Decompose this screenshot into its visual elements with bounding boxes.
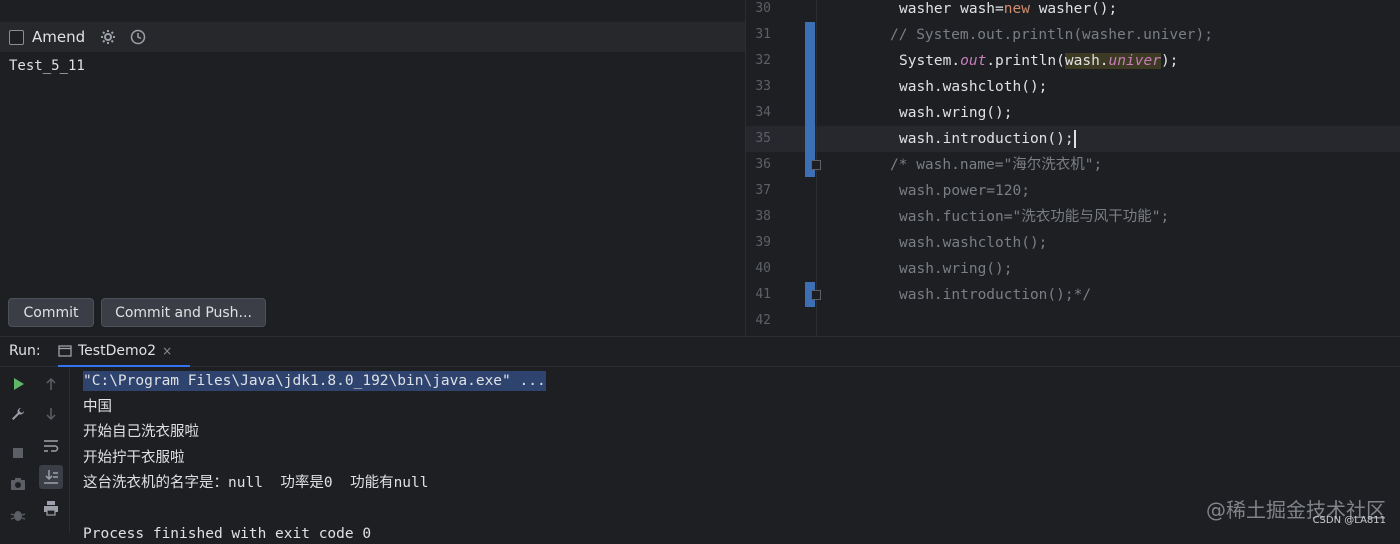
line-number: 33: [755, 79, 771, 94]
console-line: 开始拧干衣服啦: [83, 449, 185, 466]
run-tool-window-header: Run: TestDemo2 ×: [0, 336, 1400, 367]
code-token: // System.out.println(washer.univer);: [890, 27, 1214, 43]
line-number: 34: [755, 105, 771, 120]
gear-icon[interactable]: [99, 28, 117, 46]
arrow-down-icon[interactable]: [41, 404, 61, 424]
wrench-icon[interactable]: [8, 404, 28, 424]
print-icon[interactable]: [41, 498, 61, 518]
code-token: wash.washcloth();: [899, 79, 1048, 95]
close-icon[interactable]: ×: [162, 344, 172, 358]
code-token: wash.introduction();: [899, 131, 1074, 147]
line-number: 32: [755, 53, 771, 68]
line-number: 37: [755, 183, 771, 198]
line-number: 35: [755, 131, 771, 146]
code-line[interactable]: 31 // System.out.println(washer.univer);: [746, 22, 1400, 48]
code-text: wash.introduction();*/: [899, 282, 1091, 308]
stop-icon[interactable]: [8, 443, 28, 463]
line-number: 42: [755, 313, 771, 328]
line-number: 38: [755, 209, 771, 224]
tab-testdemo2[interactable]: TestDemo2 ×: [58, 337, 190, 367]
code-text: /* wash.name="海尔洗衣机";: [890, 152, 1102, 178]
code-line[interactable]: 38 wash.fuction="洗衣功能与风干功能";: [746, 204, 1400, 230]
code-token: /* wash.name="海尔洗衣机";: [890, 157, 1103, 173]
amend-checkbox[interactable]: [9, 29, 24, 45]
code-text: wash.wring();: [899, 256, 1013, 282]
code-text: wash.washcloth();: [899, 74, 1047, 100]
run-label: Run:: [9, 343, 41, 359]
console-line: 中国: [83, 398, 112, 415]
code-text: System.out.println(wash.univer);: [899, 48, 1178, 74]
code-line[interactable]: 41 wash.introduction();*/: [746, 282, 1400, 308]
code-line[interactable]: 34 wash.wring();: [746, 100, 1400, 126]
line-number: 40: [755, 261, 771, 276]
code-token: wash.washcloth();: [899, 235, 1048, 251]
rerun-icon[interactable]: [8, 374, 28, 394]
code-line[interactable]: 40 wash.wring();: [746, 256, 1400, 282]
code-text: washer wash=new washer();: [899, 0, 1117, 22]
code-token: out: [960, 53, 987, 69]
console-line: "C:\Program Files\Java\jdk1.8.0_192\bin\…: [83, 371, 546, 391]
console-output[interactable]: "C:\Program Files\Java\jdk1.8.0_192\bin\…: [70, 367, 1400, 542]
scroll-to-end-icon[interactable]: [39, 465, 63, 489]
console-line: 开始自己洗衣服啦: [83, 424, 199, 440]
code-token: wash.wring();: [899, 105, 1013, 121]
line-number: 41: [755, 287, 771, 302]
commit-message-field[interactable]: Test_5_11: [9, 58, 85, 74]
code-text: // System.out.println(washer.univer);: [890, 22, 1213, 48]
code-token: .println(: [986, 53, 1065, 69]
watermark-subtext: CSDN @LA811: [1312, 515, 1386, 526]
code-line[interactable]: 36 /* wash.name="海尔洗衣机";: [746, 152, 1400, 178]
code-token: washer wash=: [899, 1, 1004, 17]
history-clock-icon[interactable]: [129, 28, 147, 46]
code-line[interactable]: 42: [746, 308, 1400, 334]
line-number: 39: [755, 235, 771, 250]
commit-toolbar: Amend: [0, 22, 745, 52]
commit-and-push-button[interactable]: Commit and Push...: [101, 298, 266, 327]
commit-button[interactable]: Commit: [8, 298, 94, 327]
code-line[interactable]: 35 wash.introduction();: [746, 126, 1400, 152]
code-token: new: [1003, 1, 1030, 17]
fold-marker[interactable]: [811, 160, 821, 170]
code-token: );: [1160, 53, 1179, 69]
line-number: 36: [755, 157, 771, 172]
console-icon: [58, 345, 72, 357]
code-line[interactable]: 37 wash.power=120;: [746, 178, 1400, 204]
debug-bug-icon[interactable]: [8, 505, 28, 525]
code-text: wash.washcloth();: [899, 230, 1047, 256]
code-line[interactable]: 33 wash.washcloth();: [746, 74, 1400, 100]
line-number: 30: [755, 1, 771, 16]
code-text: wash.introduction();: [899, 126, 1076, 152]
camera-icon[interactable]: [8, 474, 28, 494]
code-text: wash.wring();: [899, 100, 1013, 126]
commit-panel: Amend Test_5_11 Commit Commit and Push..…: [0, 0, 745, 336]
code-token: System.: [899, 53, 961, 69]
console-line: Process finished with exit code 0: [83, 526, 372, 542]
console-line: 这台洗衣机的名字是：null 功率是0 功能有null: [83, 475, 429, 491]
arrow-up-icon[interactable]: [41, 374, 61, 394]
soft-wrap-icon[interactable]: [41, 436, 61, 456]
change-marker[interactable]: [805, 22, 815, 177]
code-token: wash.wring();: [899, 261, 1013, 277]
code-line[interactable]: 32 System.out.println(wash.univer);: [746, 48, 1400, 74]
run-side-toolbar: [0, 367, 70, 533]
text-caret: [1073, 130, 1076, 148]
code-token: wash.power=120;: [899, 183, 1030, 199]
code-line[interactable]: 39 wash.washcloth();: [746, 230, 1400, 256]
run-tab-label: TestDemo2: [78, 343, 157, 359]
code-token: washer();: [1029, 1, 1118, 17]
code-token: wash.fuction="洗衣功能与风干功能";: [899, 209, 1170, 225]
code-text: wash.fuction="洗衣功能与风干功能";: [899, 204, 1169, 230]
line-number: 31: [755, 27, 771, 42]
code-text: wash.power=120;: [899, 178, 1030, 204]
code-editor[interactable]: 30 washer wash=new washer(); 31 // System.o…: [745, 0, 1400, 336]
code-token: wash.: [1064, 53, 1109, 69]
fold-marker[interactable]: [811, 290, 821, 300]
code-token: univer: [1108, 53, 1161, 69]
code-token: wash.introduction();*/: [899, 287, 1092, 303]
amend-label: Amend: [32, 28, 86, 46]
code-line[interactable]: 30 washer wash=new washer();: [746, 0, 1400, 22]
